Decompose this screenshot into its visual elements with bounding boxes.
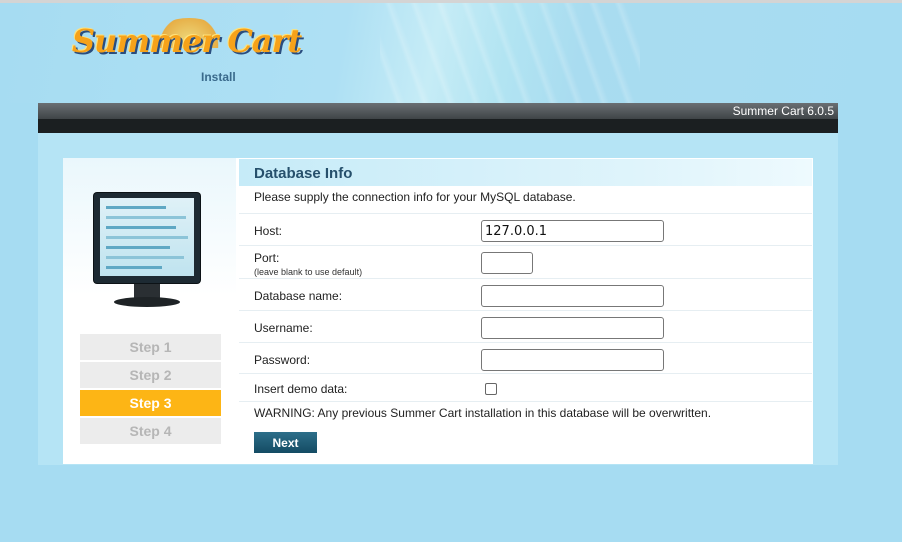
- host-input[interactable]: [481, 220, 664, 242]
- header-decoration: [380, 3, 640, 103]
- form-intro: Please supply the connection info for yo…: [254, 190, 576, 204]
- warning-row: WARNING: Any previous Summer Cart instal…: [239, 401, 812, 423]
- host-label: Host:: [254, 224, 283, 238]
- database-name-input[interactable]: [481, 285, 664, 307]
- next-button[interactable]: Next: [254, 432, 317, 453]
- database-name-row: Database name:: [239, 278, 812, 311]
- demo-data-checkbox[interactable]: [485, 383, 497, 395]
- form-title: Database Info: [254, 165, 353, 182]
- port-label: Port:: [254, 251, 280, 265]
- database-name-label: Database name:: [254, 289, 343, 303]
- step-4: Step 4: [80, 418, 221, 444]
- password-label: Password:: [254, 353, 311, 367]
- monitor-icon: [94, 193, 202, 315]
- version-text: Summer Cart 6.0.5: [732, 104, 834, 118]
- logo-text: Summer Cart: [72, 22, 302, 60]
- step-1: Step 1: [80, 334, 221, 360]
- password-row: Password:: [239, 342, 812, 374]
- password-input[interactable]: [481, 349, 664, 371]
- database-info-form: Database Info Please supply the connecti…: [239, 158, 812, 464]
- version-bar: Summer Cart 6.0.5: [38, 103, 838, 119]
- username-input[interactable]: [481, 317, 664, 339]
- summer-cart-logo: Summer Cart Install: [72, 18, 302, 88]
- username-row: Username:: [239, 310, 812, 343]
- username-label: Username:: [254, 321, 313, 335]
- nav-bar: [38, 119, 838, 133]
- host-row: Host:: [239, 213, 812, 246]
- port-input[interactable]: [481, 252, 533, 274]
- port-hint: (leave blank to use default): [254, 267, 363, 277]
- step-2: Step 2: [80, 362, 221, 388]
- demo-data-label: Insert demo data:: [254, 382, 348, 396]
- step-3-active: Step 3: [80, 390, 221, 416]
- port-row: Port: (leave blank to use default): [239, 245, 812, 279]
- logo-subtitle: Install: [201, 70, 236, 84]
- form-header: Database Info: [239, 159, 812, 186]
- step-list: Step 1 Step 2 Step 3 Step 4: [80, 334, 221, 446]
- demo-data-row: Insert demo data:: [239, 373, 812, 402]
- warning-text: WARNING: Any previous Summer Cart instal…: [254, 406, 712, 420]
